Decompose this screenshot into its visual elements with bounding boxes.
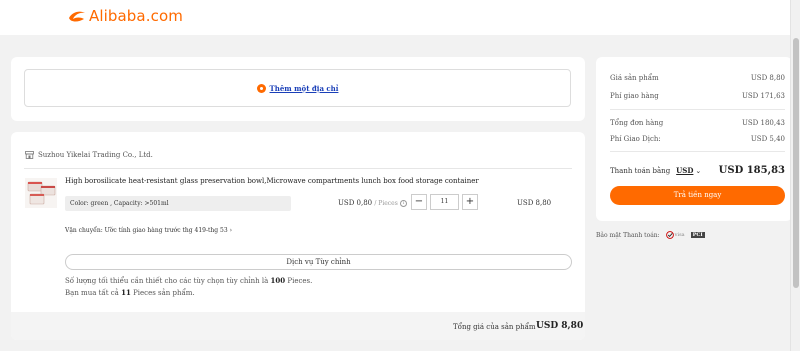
- summary-label: Phí Giao Dịch:: [610, 135, 661, 143]
- currency-selector[interactable]: USD: [676, 166, 693, 175]
- unit-label: / Pieces: [374, 200, 398, 207]
- add-address-link[interactable]: Thêm một địa chỉ: [270, 84, 339, 93]
- pay-label: Thanh toán bằng: [610, 166, 671, 175]
- subtotal-value: USD 8,80: [536, 321, 584, 331]
- order-card: Suzhou Yikelai Trading Co., Ltd. High bo…: [11, 132, 585, 340]
- seller-row: Suzhou Yikelai Trading Co., Ltd.: [25, 151, 153, 159]
- decrease-quantity-button[interactable]: −: [411, 194, 427, 210]
- min-note-suffix: Pieces.: [287, 277, 313, 285]
- summary-row-product-price: Giá sản phẩm USD 8,80: [610, 74, 785, 82]
- address-card: Thêm một địa chỉ: [11, 57, 585, 121]
- subtotal-label: Tổng giá của sản phẩm: [453, 323, 536, 331]
- checkmark-icon: [665, 231, 674, 239]
- grand-total: USD 185,83: [718, 165, 785, 176]
- scrollbar-thumb[interactable]: [793, 38, 799, 288]
- summary-row-shipping: Phí giao hàng USD 171,63: [610, 92, 785, 100]
- shipping-estimate[interactable]: Vận chuyển: Ước tính giao hàng trước thg…: [65, 227, 232, 234]
- pci-badge-icon: PCI: [690, 232, 705, 238]
- scrollbar[interactable]: [790, 0, 800, 351]
- payment-total-row: Thanh toán bằng USD ⌄ USD 185,83: [610, 165, 785, 176]
- quantity-input[interactable]: 11: [430, 194, 459, 210]
- visa-badge-text: visa: [674, 232, 685, 238]
- divider: [610, 109, 785, 110]
- shipping-text: Vận chuyển: Ước tính giao hàng trước thg…: [65, 227, 228, 234]
- pay-now-button[interactable]: Trả tiền ngay: [610, 186, 785, 205]
- summary-label: Tổng đơn hàng: [610, 119, 664, 127]
- summary-label: Phí giao hàng: [610, 92, 659, 100]
- order-summary: Giá sản phẩm USD 8,80 Phí giao hàng USD …: [596, 57, 792, 221]
- summary-label: Giá sản phẩm: [610, 74, 659, 82]
- summary-value: USD 8,80: [750, 74, 785, 82]
- brand-name: Alibaba.com: [89, 7, 183, 25]
- unit-price: USD 0,80 / Pieces i: [338, 199, 408, 207]
- unit-price-value: USD 0,80: [338, 199, 373, 207]
- min-order-note: Số lượng tối thiểu cần thiết cho các tùy…: [65, 276, 312, 285]
- summary-row-transaction-fee: Phí Giao Dịch: USD 5,40: [610, 135, 785, 143]
- visa-badge-icon: visa: [665, 231, 685, 239]
- bought-suffix: Pieces sản phẩm.: [133, 289, 195, 297]
- bought-note: Bạn mua tất cả 11 Pieces sản phẩm.: [65, 288, 195, 297]
- quantity-stepper: − 11 +: [411, 194, 478, 210]
- min-note-prefix: Số lượng tối thiểu cần thiết cho các tùy…: [65, 277, 269, 285]
- alibaba-logo-icon: [69, 11, 85, 21]
- product-thumbnail[interactable]: [25, 178, 57, 208]
- variant-selector[interactable]: Color: green , Capacity: >501ml: [65, 196, 291, 211]
- min-note-qty: 100: [270, 276, 286, 285]
- alibaba-logo[interactable]: Alibaba.com: [67, 7, 183, 25]
- divider: [24, 168, 572, 169]
- info-icon[interactable]: i: [400, 199, 408, 207]
- location-pin-icon: [256, 83, 266, 93]
- top-header: Alibaba.com: [0, 0, 790, 35]
- chevron-right-icon: ›: [229, 227, 232, 234]
- summary-value: USD 180,43: [741, 119, 785, 127]
- store-icon: [25, 151, 34, 159]
- payment-security: Bảo mật Thanh toán: visa PCI: [596, 231, 705, 239]
- seller-name[interactable]: Suzhou Yikelai Trading Co., Ltd.: [38, 151, 153, 159]
- bought-qty: 11: [121, 288, 131, 297]
- product-title[interactable]: High borosilicate heat-resistant glass p…: [65, 177, 479, 185]
- pci-badge-text: PCI: [690, 232, 705, 238]
- chevron-down-icon[interactable]: ⌄: [695, 167, 701, 175]
- summary-value: USD 5,40: [750, 135, 785, 143]
- summary-value: USD 171,63: [741, 92, 785, 100]
- increase-quantity-button[interactable]: +: [462, 194, 478, 210]
- bought-prefix: Bạn mua tất cả: [65, 289, 119, 297]
- custom-service-button[interactable]: Dịch vụ Tùy chỉnh: [65, 254, 572, 270]
- line-total: USD 8,80: [517, 199, 552, 207]
- security-label: Bảo mật Thanh toán:: [596, 231, 660, 239]
- divider: [610, 151, 785, 152]
- add-address-box[interactable]: Thêm một địa chỉ: [24, 69, 571, 107]
- summary-row-order-total: Tổng đơn hàng USD 180,43: [610, 119, 785, 127]
